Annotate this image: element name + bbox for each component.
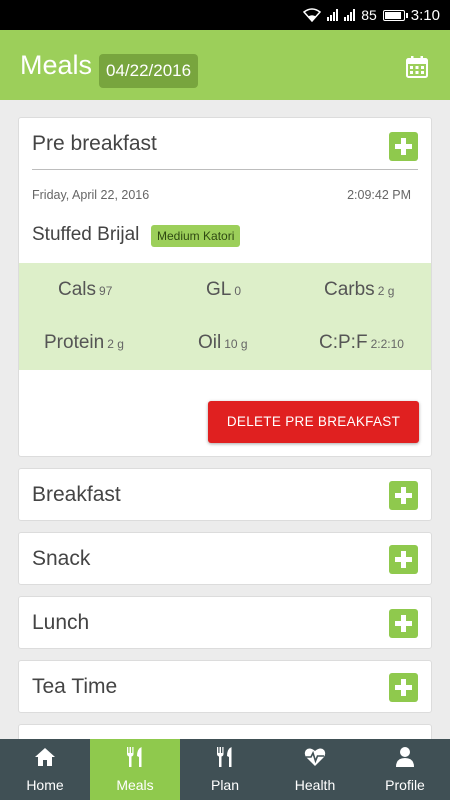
page-title: Meals — [20, 50, 93, 80]
nutrient-oil: Oil 10 g — [198, 332, 248, 353]
fork-knife-icon — [217, 747, 232, 767]
nutrient-protein: Protein 2 g — [44, 332, 124, 353]
nav-tab-profile[interactable]: Profile — [360, 739, 450, 800]
portion-badge: Medium Katori — [151, 225, 241, 247]
meal-title[interactable]: Pre breakfast — [32, 132, 157, 156]
delete-meal-button[interactable]: DELETE PRE BREAKFAST — [208, 401, 419, 443]
meal-card-breakfast[interactable]: Breakfast — [18, 468, 432, 521]
meal-title[interactable]: Tea Time — [32, 675, 117, 699]
nutrition-panel: Cals 97 GL 0 Carbs 2 g Protein 2 g Oil 10 g C… — [19, 263, 431, 370]
nav-tab-label: Profile — [385, 777, 425, 793]
signal-icon — [327, 9, 339, 21]
nutrient-cpf: C:P:F 2:2:10 — [319, 332, 404, 353]
food-name[interactable]: Stuffed Brijal — [32, 224, 139, 246]
clock: 3:10 — [410, 6, 440, 24]
add-food-button[interactable] — [389, 545, 418, 574]
entry-time: 2:09:42 PM — [347, 188, 411, 202]
home-icon — [35, 748, 55, 766]
nutrient-gl: GL 0 — [206, 279, 242, 300]
nav-tab-home[interactable]: Home — [0, 739, 90, 800]
meal-card-snack[interactable]: Snack — [18, 532, 432, 585]
nutrient-carbs: Carbs 2 g — [324, 279, 395, 300]
add-food-button[interactable] — [389, 132, 418, 161]
nav-tab-plan[interactable]: Plan — [180, 739, 270, 800]
meal-title[interactable]: Lunch — [32, 611, 89, 635]
nav-tab-label: Meals — [116, 777, 154, 793]
nutrient-cals: Cals 97 — [58, 279, 113, 300]
signal-icon — [344, 9, 356, 21]
person-icon — [396, 747, 414, 767]
add-food-button[interactable] — [389, 481, 418, 510]
nav-tab-health[interactable]: Health — [270, 739, 360, 800]
nav-tab-label: Plan — [210, 777, 240, 793]
entry-date: Friday, April 22, 2016 — [32, 188, 150, 202]
battery-level: 85 — [361, 7, 377, 23]
battery-icon — [382, 9, 408, 21]
nav-tab-label: Home — [26, 777, 64, 793]
nav-tab-label: Health — [294, 777, 336, 793]
heart-pulse-icon — [304, 748, 326, 766]
meal-title[interactable]: Breakfast — [32, 483, 121, 507]
divider — [32, 169, 418, 170]
meal-card-tea-time[interactable]: Tea Time — [18, 660, 432, 713]
meal-card-lunch[interactable]: Lunch — [18, 596, 432, 649]
nav-tab-meals[interactable]: Meals — [90, 739, 180, 800]
add-food-button[interactable] — [389, 673, 418, 702]
calendar-icon[interactable] — [406, 56, 428, 78]
meal-card-pre-breakfast: Pre breakfast Friday, April 22, 2016 2:0… — [18, 117, 432, 457]
date-selector[interactable]: 04/22/2016 — [99, 54, 199, 88]
bottom-nav: Home Meals Plan Health Profile — [0, 739, 450, 800]
wifi-icon — [303, 8, 322, 22]
fork-knife-icon — [127, 747, 142, 767]
app-bar: Meals 04/22/2016 — [0, 30, 450, 100]
meal-title[interactable]: Snack — [32, 547, 90, 571]
status-bar: 85 3:10 — [0, 0, 450, 30]
add-food-button[interactable] — [389, 609, 418, 638]
